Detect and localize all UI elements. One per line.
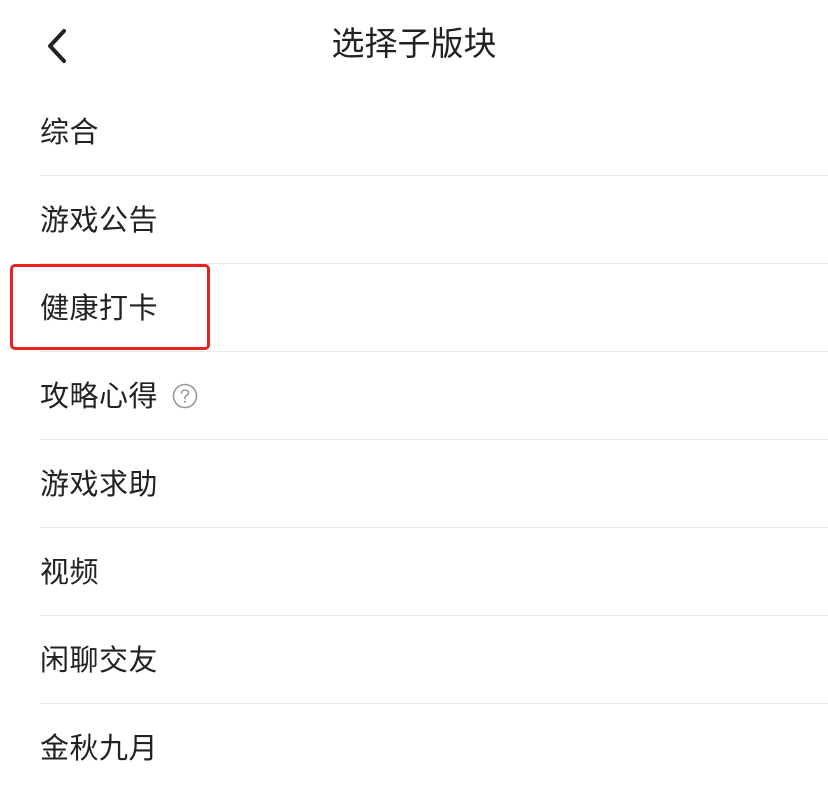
subsection-item-chat[interactable]: 闲聊交友 bbox=[40, 616, 828, 704]
subsection-item-guides[interactable]: 攻略心得 bbox=[40, 352, 828, 440]
subsection-item-general[interactable]: 综合 bbox=[40, 88, 828, 176]
subsection-label: 游戏求助 bbox=[40, 466, 159, 501]
subsection-label: 攻略心得 bbox=[40, 378, 159, 413]
help-icon[interactable] bbox=[172, 383, 198, 409]
subsection-label: 视频 bbox=[40, 554, 100, 589]
top-bar: 选择子版块 bbox=[0, 0, 828, 88]
subsection-item-videos[interactable]: 视频 bbox=[40, 528, 828, 616]
subsection-item-game-help[interactable]: 游戏求助 bbox=[40, 440, 828, 528]
subsection-label: 综合 bbox=[40, 114, 100, 149]
subsection-label: 健康打卡 bbox=[40, 290, 159, 325]
subsection-list: 综合 游戏公告 健康打卡 攻略心得 游戏求助 视频 闲聊交友 金秋九月 bbox=[0, 88, 828, 791]
page-title: 选择子版块 bbox=[331, 24, 497, 63]
subsection-label: 金秋九月 bbox=[40, 730, 159, 765]
subsection-item-announcements[interactable]: 游戏公告 bbox=[40, 176, 828, 264]
subsection-label: 游戏公告 bbox=[40, 202, 159, 237]
subsection-item-health-checkin[interactable]: 健康打卡 bbox=[40, 264, 828, 352]
subsection-label: 闲聊交友 bbox=[40, 642, 159, 677]
subsection-item-golden-autumn[interactable]: 金秋九月 bbox=[40, 704, 828, 791]
